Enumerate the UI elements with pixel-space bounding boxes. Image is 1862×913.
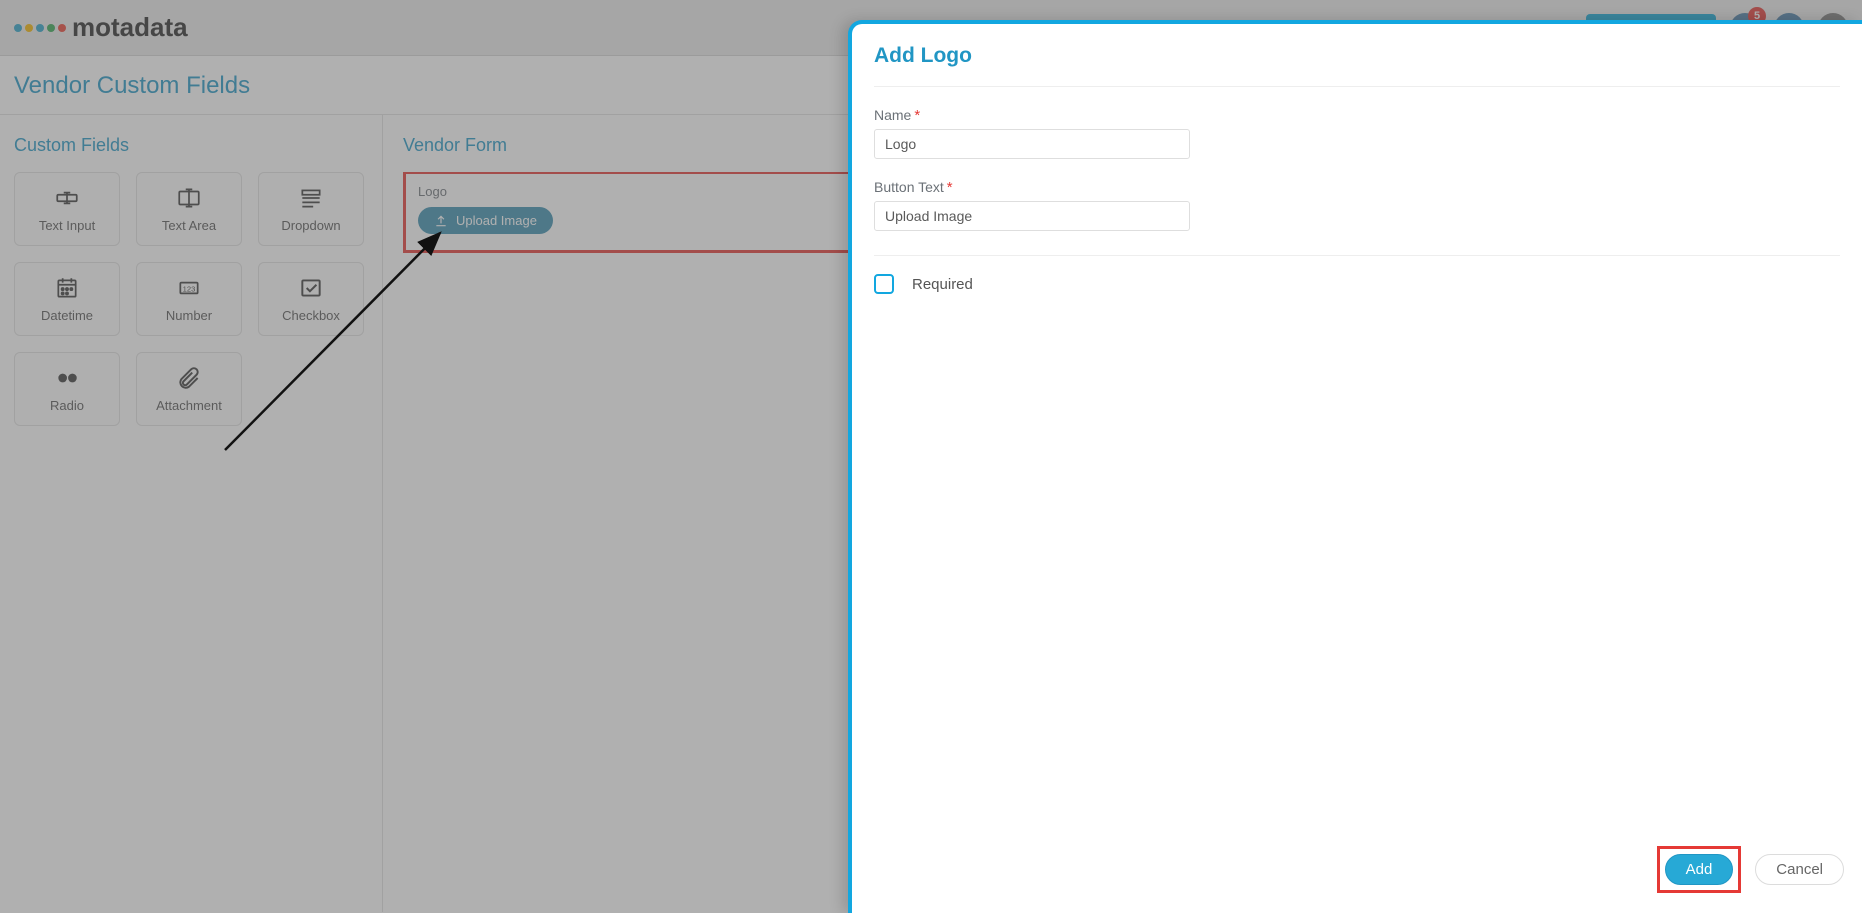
upload-image-button[interactable]: Upload Image — [418, 207, 553, 234]
cancel-button[interactable]: Cancel — [1755, 854, 1844, 885]
required-checkbox[interactable] — [874, 274, 894, 294]
required-checkbox-row: Required — [874, 274, 1840, 294]
radio-icon — [54, 366, 80, 390]
upload-button-label: Upload Image — [456, 213, 537, 228]
form-group-button-text: Button Text * — [874, 179, 1840, 231]
custom-fields-panel: Custom Fields Text Input Text Area — [0, 115, 382, 912]
add-button-highlight: Add — [1657, 846, 1742, 893]
tile-label: Number — [166, 308, 212, 323]
tile-label: Datetime — [41, 308, 93, 323]
tile-label: Attachment — [156, 398, 222, 413]
add-logo-drawer: Add Logo Name * Button Text * Required A… — [848, 20, 1862, 913]
tile-label: Dropdown — [281, 218, 340, 233]
upload-icon — [434, 214, 448, 228]
tile-number[interactable]: 123 Number — [136, 262, 242, 336]
name-input[interactable] — [874, 129, 1190, 159]
button-text-input[interactable] — [874, 201, 1190, 231]
dropdown-icon — [298, 186, 324, 210]
tile-label: Radio — [50, 398, 84, 413]
brand-logo: motadata — [14, 12, 188, 43]
tile-checkbox[interactable]: Checkbox — [258, 262, 364, 336]
name-label: Name * — [874, 107, 1840, 123]
tile-text-area[interactable]: Text Area — [136, 172, 242, 246]
required-checkbox-label: Required — [912, 276, 973, 293]
attachment-icon — [176, 366, 202, 390]
add-button[interactable]: Add — [1665, 854, 1734, 885]
checkbox-icon — [298, 276, 324, 300]
brand-dots-icon — [14, 24, 66, 32]
form-group-name: Name * — [874, 107, 1840, 159]
drawer-title: Add Logo — [874, 44, 1840, 87]
brand-text: motadata — [72, 12, 188, 43]
tile-label: Text Input — [39, 218, 95, 233]
drawer-body: Add Logo Name * Button Text * Required — [852, 24, 1862, 836]
section-divider — [874, 255, 1840, 256]
button-text-label-text: Button Text — [874, 179, 944, 195]
text-area-icon — [176, 186, 202, 210]
svg-text:123: 123 — [183, 284, 196, 293]
drawer-footer: Add Cancel — [852, 836, 1862, 913]
tile-radio[interactable]: Radio — [14, 352, 120, 426]
calendar-icon — [54, 276, 80, 300]
tile-label: Checkbox — [282, 308, 340, 323]
text-input-icon — [54, 186, 80, 210]
tile-label: Text Area — [162, 218, 216, 233]
tile-dropdown[interactable]: Dropdown — [258, 172, 364, 246]
name-label-text: Name — [874, 107, 911, 123]
number-icon: 123 — [176, 276, 202, 300]
custom-fields-heading: Custom Fields — [14, 135, 374, 156]
tile-attachment[interactable]: Attachment — [136, 352, 242, 426]
tile-text-input[interactable]: Text Input — [14, 172, 120, 246]
field-tiles: Text Input Text Area Dropdown — [14, 172, 374, 426]
required-asterisk: * — [914, 108, 920, 123]
button-text-label: Button Text * — [874, 179, 1840, 195]
required-asterisk: * — [947, 180, 953, 195]
tile-datetime[interactable]: Datetime — [14, 262, 120, 336]
